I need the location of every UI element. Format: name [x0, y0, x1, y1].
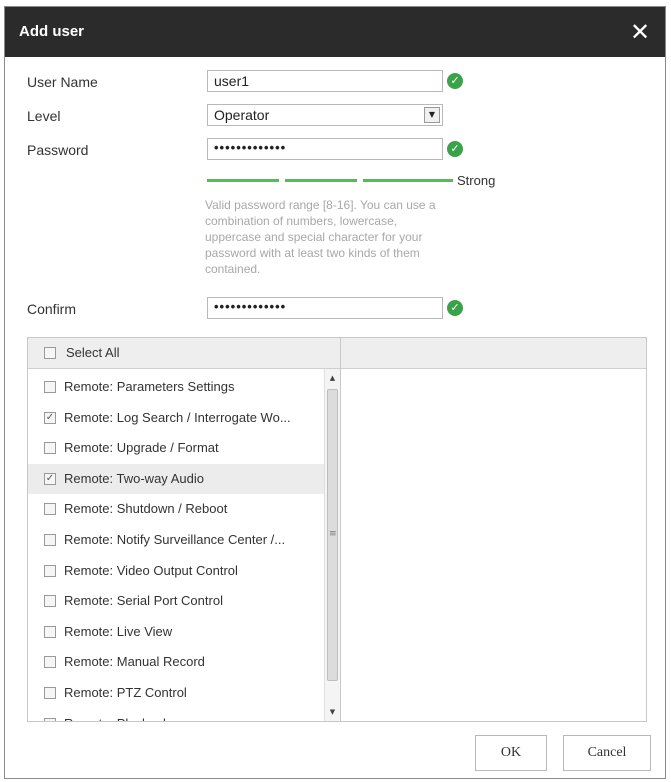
permission-checkbox[interactable]: [44, 717, 56, 721]
dialog-titlebar: Add user ✕: [5, 7, 665, 57]
close-icon[interactable]: ✕: [627, 19, 653, 45]
dialog-title: Add user: [19, 23, 85, 40]
permission-label: Remote: Serial Port Control: [64, 593, 223, 609]
permission-checkbox[interactable]: [44, 625, 56, 638]
strength-segment-1: [207, 179, 279, 182]
permission-checkbox[interactable]: [44, 442, 56, 455]
strength-label: Strong: [457, 173, 496, 188]
permission-row[interactable]: Remote: Parameters Settings: [28, 372, 324, 402]
permission-label: Remote: Playback: [64, 716, 170, 721]
select-all-label: Select All: [66, 345, 120, 360]
permission-checkbox[interactable]: [44, 595, 56, 608]
strength-segment-3: [363, 179, 453, 182]
add-user-dialog: Add user ✕ User Name user1 ✓ Level Opera…: [4, 6, 666, 779]
permission-label: Remote: Parameters Settings: [64, 379, 235, 394]
password-label: Password: [27, 142, 89, 158]
permission-checkbox[interactable]: [44, 687, 56, 699]
permission-checkbox[interactable]: [44, 564, 56, 577]
permission-row[interactable]: Remote: Playback: [28, 709, 324, 721]
permission-checkbox[interactable]: [44, 503, 56, 516]
permission-checkbox[interactable]: [44, 656, 56, 669]
confirm-label: Confirm: [27, 301, 77, 317]
permission-checkbox[interactable]: ✓: [44, 472, 56, 485]
permission-row[interactable]: Remote: Serial Port Control: [28, 586, 324, 616]
permission-label: Remote: Upgrade / Format: [64, 440, 219, 456]
strength-segment-2: [285, 179, 357, 182]
permission-row[interactable]: Remote: Upgrade / Format: [28, 433, 324, 463]
scroll-down-icon[interactable]: ▼: [325, 705, 340, 719]
permission-row[interactable]: Remote: PTZ Control: [28, 678, 324, 708]
password-valid-icon: ✓: [447, 141, 463, 157]
permission-label: Remote: Two-way Audio: [64, 470, 204, 486]
permission-scrollbar[interactable]: ▲ ≡ ▼: [324, 369, 340, 721]
permission-label: Remote: Shutdown / Reboot: [64, 501, 228, 517]
permission-label: Remote: Video Output Control: [64, 562, 238, 578]
permission-label: Remote: Manual Record: [64, 654, 205, 670]
confirm-valid-icon: ✓: [447, 300, 463, 316]
username-valid-icon: ✓: [447, 73, 463, 89]
permission-checkbox[interactable]: ✓: [44, 411, 56, 424]
password-input[interactable]: •••••••••••••: [207, 138, 443, 160]
permission-list: Remote: Parameters Settings ✓ Remote: Log …: [28, 369, 324, 721]
scrollbar-thumb[interactable]: ≡: [327, 389, 338, 681]
permission-row[interactable]: ✓ Remote: Log Search / Interrogate Wo...: [28, 403, 324, 433]
level-select[interactable]: Operator ▼: [207, 104, 443, 126]
permission-label: Remote: PTZ Control: [64, 685, 187, 700]
permission-row[interactable]: Remote: Live View: [28, 617, 324, 647]
permission-row[interactable]: Remote: Video Output Control: [28, 556, 324, 586]
ok-button[interactable]: OK: [475, 735, 547, 771]
permission-checkbox[interactable]: [44, 381, 56, 393]
level-select-value: Operator: [214, 107, 270, 123]
permission-row[interactable]: ✓ Remote: Two-way Audio: [28, 463, 324, 494]
permission-row[interactable]: Remote: Shutdown / Reboot: [28, 494, 324, 524]
panel-divider: [340, 338, 341, 721]
permission-label: Remote: Notify Surveillance Center /...: [64, 532, 286, 547]
permissions-panel: Select All Remote: Parameters Settings ✓ R…: [27, 337, 647, 722]
level-label: Level: [27, 108, 61, 124]
scroll-up-icon[interactable]: ▲: [325, 371, 340, 385]
triangle-down-icon[interactable]: ▼: [424, 107, 440, 123]
permission-row[interactable]: Remote: Manual Record: [28, 647, 324, 677]
password-hint: Valid password range [8-16]. You can use…: [205, 198, 436, 276]
select-all-checkbox[interactable]: [44, 347, 56, 359]
permissions-header: Select All: [28, 338, 646, 369]
permission-label: Remote: Log Search / Interrogate Wo...: [64, 409, 291, 425]
confirm-password-input[interactable]: •••••••••••••: [207, 297, 443, 319]
username-input[interactable]: user1: [207, 70, 443, 92]
permission-row[interactable]: Remote: Notify Surveillance Center /...: [28, 525, 324, 555]
permission-checkbox[interactable]: [44, 534, 56, 546]
grip-icon: ≡: [329, 529, 337, 539]
username-label: User Name: [27, 74, 98, 90]
cancel-button[interactable]: Cancel: [563, 735, 651, 771]
permission-label: Remote: Live View: [64, 623, 173, 639]
